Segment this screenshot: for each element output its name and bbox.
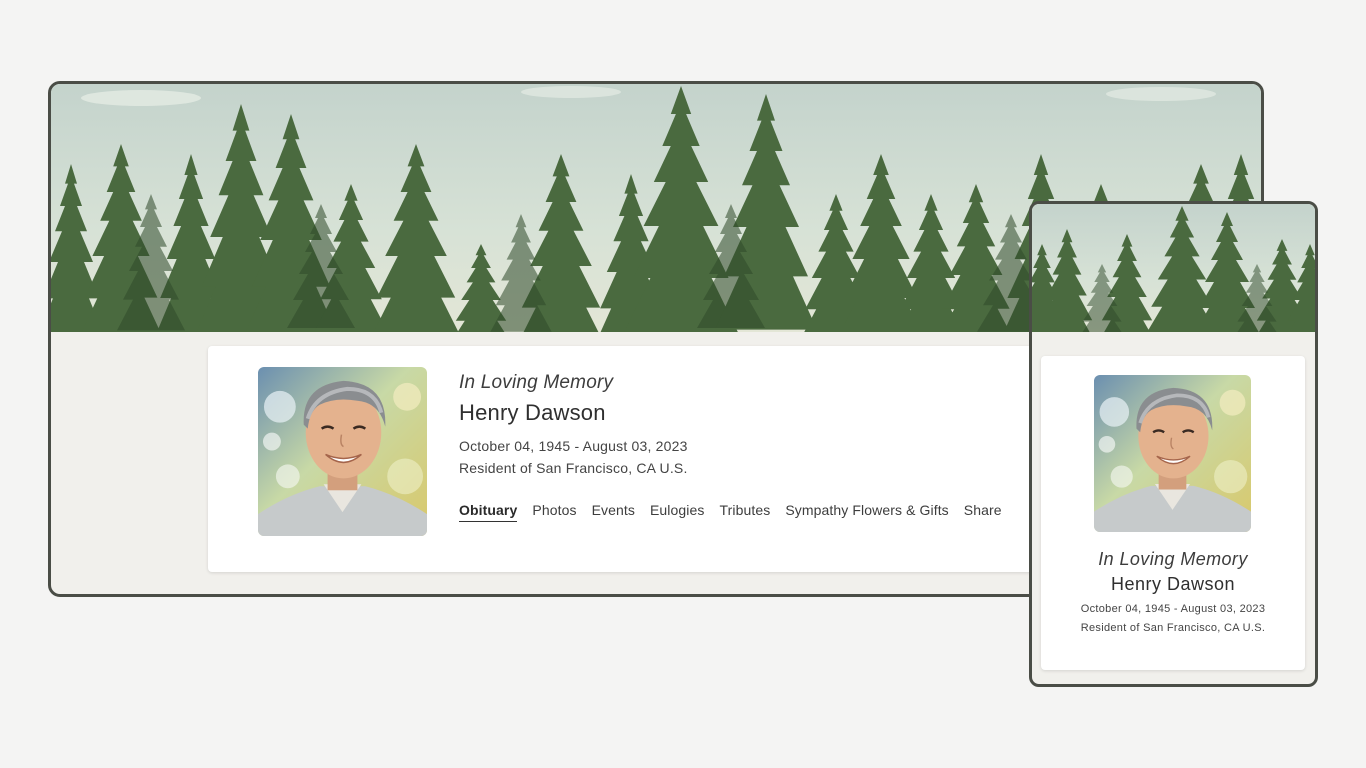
mobile-preview: In Loving Memory Henry Dawson October 04… — [1029, 201, 1318, 687]
tab-sympathy-flowers-gifts[interactable]: Sympathy Flowers & Gifts — [785, 502, 948, 522]
residence: Resident of San Francisco, CA U.S. — [459, 460, 688, 476]
life-dates: October 04, 1945 - August 03, 2023 — [459, 438, 688, 454]
memorial-card: In Loving Memory Henry Dawson October 04… — [208, 346, 1038, 572]
portrait-photo-mobile — [1094, 375, 1251, 532]
memorial-tabs: Obituary Photos Events Eulogies Tributes… — [459, 502, 1002, 522]
tab-share[interactable]: Share — [964, 502, 1002, 522]
tab-eulogies[interactable]: Eulogies — [650, 502, 705, 522]
memorial-card-mobile: In Loving Memory Henry Dawson October 04… — [1041, 356, 1305, 670]
tab-photos[interactable]: Photos — [532, 502, 576, 522]
tab-events[interactable]: Events — [592, 502, 635, 522]
memorial-tagline-mobile: In Loving Memory — [1098, 549, 1248, 569]
deceased-name-mobile: Henry Dawson — [1110, 574, 1236, 594]
life-dates-mobile: October 04, 1945 - August 03, 2023 — [1080, 603, 1266, 615]
tab-obituary[interactable]: Obituary — [459, 502, 518, 522]
tab-tributes[interactable]: Tributes — [719, 502, 770, 522]
memorial-tagline: In Loving Memory — [459, 372, 614, 393]
forest-banner-image-mobile — [1032, 204, 1315, 332]
residence-mobile: Resident of San Francisco, CA U.S. — [1080, 622, 1266, 634]
portrait-photo — [258, 367, 427, 536]
deceased-name: Henry Dawson — [459, 400, 606, 425]
